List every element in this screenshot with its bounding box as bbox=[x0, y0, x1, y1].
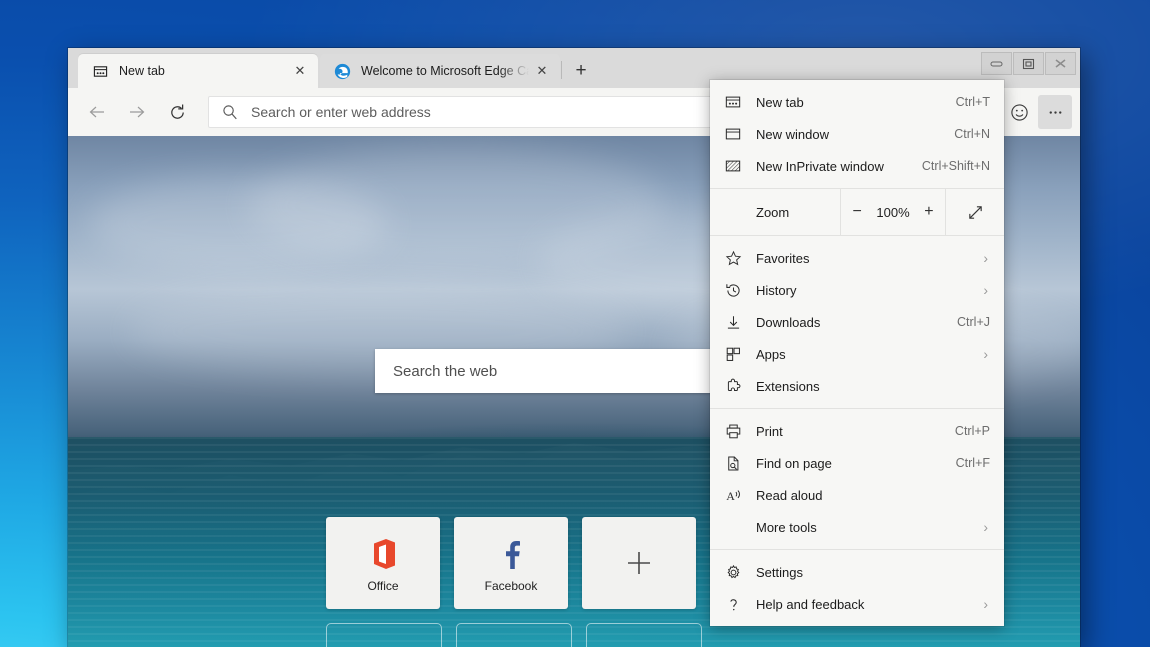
menu-item-apps[interactable]: Apps › bbox=[710, 338, 1004, 370]
menu-item-label: History bbox=[756, 283, 983, 298]
tile-placeholder[interactable] bbox=[456, 623, 572, 647]
tab-title: Welcome to Microsoft Edge Can bbox=[361, 64, 529, 78]
tile-placeholder[interactable] bbox=[326, 623, 442, 647]
inprivate-icon bbox=[710, 158, 756, 174]
chevron-right-icon: › bbox=[983, 597, 988, 611]
menu-item-shortcut: Ctrl+F bbox=[956, 456, 990, 470]
chevron-right-icon: › bbox=[983, 251, 988, 265]
chevron-right-icon: › bbox=[983, 283, 988, 297]
menu-item-downloads[interactable]: Downloads Ctrl+J bbox=[710, 306, 1004, 338]
fullscreen-arrow-icon[interactable] bbox=[946, 189, 1004, 235]
menu-item-label: Extensions bbox=[756, 379, 988, 394]
menu-item-more-tools[interactable]: More tools › bbox=[710, 511, 1004, 543]
newwindow-icon bbox=[710, 126, 756, 142]
menu-item-label: More tools bbox=[756, 520, 983, 535]
question-icon bbox=[710, 596, 756, 613]
zoom-label: Zoom bbox=[710, 189, 840, 235]
zoom-in-button[interactable]: + bbox=[916, 199, 942, 225]
menu-item-label: Read aloud bbox=[756, 488, 990, 503]
tab-title: New tab bbox=[119, 64, 287, 78]
forward-button[interactable] bbox=[120, 95, 154, 129]
gear-icon bbox=[710, 564, 756, 581]
printer-icon bbox=[710, 423, 756, 440]
menu-item-print[interactable]: Print Ctrl+P bbox=[710, 415, 1004, 447]
plus-icon bbox=[625, 542, 653, 584]
download-icon bbox=[710, 314, 756, 331]
new-tab-button[interactable]: + bbox=[568, 58, 594, 84]
refresh-button[interactable] bbox=[160, 95, 194, 129]
star-icon bbox=[710, 250, 756, 267]
newtab-icon bbox=[92, 63, 109, 80]
menu-item-shortcut: Ctrl+T bbox=[956, 95, 990, 109]
menu-item-label: New InPrivate window bbox=[756, 159, 922, 174]
apps-icon bbox=[710, 346, 756, 363]
chevron-right-icon: › bbox=[983, 347, 988, 361]
menu-item-label: New window bbox=[756, 127, 954, 142]
menu-item-label: Help and feedback bbox=[756, 597, 983, 612]
menu-item-new-inprivate-window[interactable]: New InPrivate window Ctrl+Shift+N bbox=[710, 150, 1004, 182]
address-bar-placeholder: Search or enter web address bbox=[251, 104, 431, 120]
menu-item-label: Settings bbox=[756, 565, 990, 580]
menu-item-label: Downloads bbox=[756, 315, 957, 330]
tile-add-site[interactable] bbox=[582, 517, 696, 609]
menu-item-shortcut: Ctrl+Shift+N bbox=[922, 159, 990, 173]
smiley-icon[interactable] bbox=[1002, 95, 1036, 129]
tile-placeholder[interactable] bbox=[586, 623, 702, 647]
ellipsis-icon[interactable] bbox=[1038, 95, 1072, 129]
browser-settings-menu: New tab Ctrl+T New window Ctrl+N bbox=[710, 80, 1004, 626]
menu-item-label: Apps bbox=[756, 347, 983, 362]
edge-logo-icon bbox=[334, 63, 351, 80]
menu-item-label: Favorites bbox=[756, 251, 983, 266]
tile-label: Facebook bbox=[485, 579, 538, 593]
menu-item-help-and-feedback[interactable]: Help and feedback › bbox=[710, 588, 1004, 620]
tile-label: Office bbox=[367, 579, 398, 593]
menu-item-label: Print bbox=[756, 424, 955, 439]
office-logo-icon bbox=[368, 533, 398, 575]
menu-item-label: New tab bbox=[756, 95, 956, 110]
menu-item-find-on-page[interactable]: Find on page Ctrl+F bbox=[710, 447, 1004, 479]
menu-item-shortcut: Ctrl+J bbox=[957, 315, 990, 329]
menu-item-read-aloud[interactable]: A Read aloud bbox=[710, 479, 1004, 511]
tab-new-tab[interactable]: New tab ✕ bbox=[78, 54, 318, 88]
history-icon bbox=[710, 282, 756, 299]
tab-welcome-edge[interactable]: Welcome to Microsoft Edge Can ✕ bbox=[320, 54, 560, 88]
chevron-right-icon: › bbox=[983, 520, 988, 534]
svg-text:A: A bbox=[726, 489, 735, 503]
back-button[interactable] bbox=[80, 95, 114, 129]
web-search-placeholder: Search the web bbox=[393, 363, 737, 380]
screen: New tab ✕ Welcome to Microsoft Edge Can … bbox=[0, 0, 1150, 647]
newtab-icon bbox=[710, 94, 756, 110]
tab-divider bbox=[561, 61, 562, 79]
minimize-button[interactable] bbox=[981, 52, 1012, 75]
close-button[interactable] bbox=[1045, 52, 1076, 75]
menu-bottom-padding bbox=[710, 620, 1004, 626]
menu-item-shortcut: Ctrl+P bbox=[955, 424, 990, 438]
zoom-out-button[interactable]: − bbox=[844, 199, 870, 225]
tile-facebook[interactable]: Facebook bbox=[454, 517, 568, 609]
menu-zoom-row: Zoom − 100% + bbox=[710, 189, 1004, 235]
zoom-controls: − 100% + bbox=[840, 189, 946, 235]
menu-item-label: Find on page bbox=[756, 456, 956, 471]
extensions-icon bbox=[710, 378, 756, 395]
zoom-value: 100% bbox=[876, 205, 909, 220]
menu-item-settings[interactable]: Settings bbox=[710, 556, 1004, 588]
menu-item-new-tab[interactable]: New tab Ctrl+T bbox=[710, 86, 1004, 118]
tile-office[interactable]: Office bbox=[326, 517, 440, 609]
menu-item-shortcut: Ctrl+N bbox=[954, 127, 990, 141]
menu-item-extensions[interactable]: Extensions bbox=[710, 370, 1004, 402]
tab-close-button[interactable]: ✕ bbox=[287, 58, 313, 84]
find-icon bbox=[710, 455, 756, 472]
facebook-logo-icon bbox=[498, 533, 524, 575]
window-controls bbox=[981, 52, 1076, 75]
menu-item-history[interactable]: History › bbox=[710, 274, 1004, 306]
menu-item-new-window[interactable]: New window Ctrl+N bbox=[710, 118, 1004, 150]
search-icon bbox=[221, 103, 239, 121]
menu-item-favorites[interactable]: Favorites › bbox=[710, 242, 1004, 274]
restore-button[interactable] bbox=[1013, 52, 1044, 75]
tab-close-button[interactable]: ✕ bbox=[529, 58, 555, 84]
readaloud-icon: A bbox=[710, 487, 756, 504]
